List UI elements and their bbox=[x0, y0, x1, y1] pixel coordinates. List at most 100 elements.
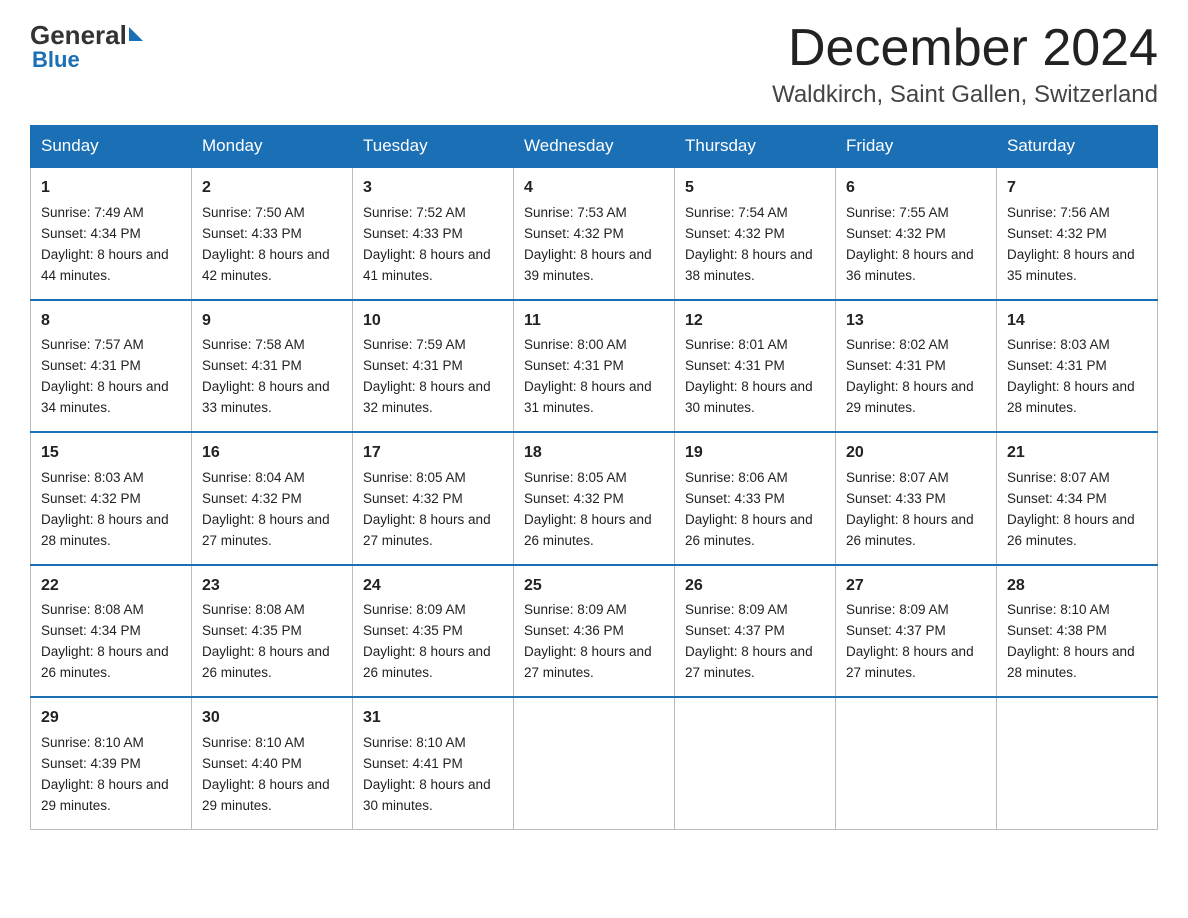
day-number: 2 bbox=[202, 176, 342, 201]
daylight-text: Daylight: 8 hours and 33 minutes. bbox=[202, 379, 330, 415]
calendar-cell: 10Sunrise: 7:59 AMSunset: 4:31 PMDayligh… bbox=[353, 300, 514, 432]
calendar-cell: 8 Sunrise: 7:57 AM Sunset: 4:31 PM Daylight… bbox=[31, 300, 192, 432]
daylight-text: Daylight: 8 hours and 27 minutes. bbox=[846, 644, 974, 680]
sunset-text: Sunset: 4:32 PM bbox=[41, 491, 141, 506]
header-tuesday: Tuesday bbox=[353, 126, 514, 168]
daylight-text: Daylight: 8 hours and 29 minutes. bbox=[41, 777, 169, 813]
daylight-text: Daylight: 8 hours and 27 minutes. bbox=[202, 512, 330, 548]
daylight-text: Daylight: 8 hours and 26 minutes. bbox=[524, 512, 652, 548]
calendar-cell: 3Sunrise: 7:52 AMSunset: 4:33 PMDaylight… bbox=[353, 167, 514, 299]
week-row-2: 8 Sunrise: 7:57 AM Sunset: 4:31 PM Daylight… bbox=[31, 300, 1158, 432]
sunrise-text: Sunrise: 7:52 AM bbox=[363, 205, 466, 220]
day-number: 7 bbox=[1007, 176, 1147, 201]
sunset-text: Sunset: 4:32 PM bbox=[524, 226, 624, 241]
daylight-text: Daylight: 8 hours and 26 minutes. bbox=[846, 512, 974, 548]
calendar-cell: 26Sunrise: 8:09 AMSunset: 4:37 PMDayligh… bbox=[675, 565, 836, 697]
sunset-text: Sunset: 4:34 PM bbox=[41, 226, 141, 241]
daylight-text: Daylight: 8 hours and 28 minutes. bbox=[1007, 644, 1135, 680]
calendar-cell: 15Sunrise: 8:03 AMSunset: 4:32 PMDayligh… bbox=[31, 432, 192, 564]
daylight-text: Daylight: 8 hours and 44 minutes. bbox=[41, 247, 169, 283]
sunrise-text: Sunrise: 8:00 AM bbox=[524, 337, 627, 352]
daylight-text: Daylight: 8 hours and 26 minutes. bbox=[685, 512, 813, 548]
sunset-text: Sunset: 4:35 PM bbox=[363, 623, 463, 638]
calendar-cell: 17Sunrise: 8:05 AMSunset: 4:32 PMDayligh… bbox=[353, 432, 514, 564]
sunset-text: Sunset: 4:41 PM bbox=[363, 756, 463, 771]
sunrise-text: Sunrise: 8:09 AM bbox=[363, 602, 466, 617]
day-number: 11 bbox=[524, 309, 664, 334]
week-row-4: 22Sunrise: 8:08 AMSunset: 4:34 PMDayligh… bbox=[31, 565, 1158, 697]
day-number: 28 bbox=[1007, 574, 1147, 599]
sunset-text: Sunset: 4:31 PM bbox=[1007, 358, 1107, 373]
sunset-text: Sunset: 4:32 PM bbox=[1007, 226, 1107, 241]
sunrise-text: Sunrise: 8:03 AM bbox=[41, 470, 144, 485]
header-monday: Monday bbox=[192, 126, 353, 168]
sunset-text: Sunset: 4:37 PM bbox=[685, 623, 785, 638]
sunset-text: Sunset: 4:35 PM bbox=[202, 623, 302, 638]
daylight-text: Daylight: 8 hours and 32 minutes. bbox=[363, 379, 491, 415]
day-number: 1 bbox=[41, 176, 181, 201]
day-number: 19 bbox=[685, 441, 825, 466]
sunset-text: Sunset: 4:31 PM bbox=[41, 358, 141, 373]
sunrise-text: Sunrise: 8:07 AM bbox=[1007, 470, 1110, 485]
daylight-text: Daylight: 8 hours and 38 minutes. bbox=[685, 247, 813, 283]
header-sunday: Sunday bbox=[31, 126, 192, 168]
sunrise-text: Sunrise: 8:10 AM bbox=[202, 735, 305, 750]
calendar-cell: 14Sunrise: 8:03 AMSunset: 4:31 PMDayligh… bbox=[997, 300, 1158, 432]
daylight-text: Daylight: 8 hours and 31 minutes. bbox=[524, 379, 652, 415]
sunset-text: Sunset: 4:33 PM bbox=[363, 226, 463, 241]
sunset-text: Sunset: 4:36 PM bbox=[524, 623, 624, 638]
calendar-table: Sunday Monday Tuesday Wednesday Thursday… bbox=[30, 125, 1158, 829]
sunrise-text: Sunrise: 7:54 AM bbox=[685, 205, 788, 220]
calendar-cell: 6Sunrise: 7:55 AMSunset: 4:32 PMDaylight… bbox=[836, 167, 997, 299]
daylight-text: Daylight: 8 hours and 27 minutes. bbox=[524, 644, 652, 680]
sunset-text: Sunset: 4:31 PM bbox=[846, 358, 946, 373]
daylight-text: Daylight: 8 hours and 39 minutes. bbox=[524, 247, 652, 283]
daylight-text: Daylight: 8 hours and 36 minutes. bbox=[846, 247, 974, 283]
calendar-cell: 19Sunrise: 8:06 AMSunset: 4:33 PMDayligh… bbox=[675, 432, 836, 564]
day-number: 6 bbox=[846, 176, 986, 201]
calendar-cell bbox=[997, 697, 1158, 829]
title-area: December 2024 Waldkirch, Saint Gallen, S… bbox=[772, 20, 1158, 109]
day-number: 8 bbox=[41, 309, 181, 334]
day-number: 26 bbox=[685, 574, 825, 599]
calendar-cell: 18Sunrise: 8:05 AMSunset: 4:32 PMDayligh… bbox=[514, 432, 675, 564]
sunrise-text: Sunrise: 8:07 AM bbox=[846, 470, 949, 485]
sunrise-text: Sunrise: 7:58 AM bbox=[202, 337, 305, 352]
sunset-text: Sunset: 4:32 PM bbox=[202, 491, 302, 506]
sunrise-text: Sunrise: 7:50 AM bbox=[202, 205, 305, 220]
daylight-text: Daylight: 8 hours and 26 minutes. bbox=[41, 644, 169, 680]
header-thursday: Thursday bbox=[675, 126, 836, 168]
page-header: General Blue December 2024 Waldkirch, Sa… bbox=[30, 20, 1158, 109]
day-number: 31 bbox=[363, 706, 503, 731]
sunset-text: Sunset: 4:32 PM bbox=[524, 491, 624, 506]
sunrise-text: Sunrise: 7:53 AM bbox=[524, 205, 627, 220]
daylight-text: Daylight: 8 hours and 34 minutes. bbox=[41, 379, 169, 415]
sunrise-text: Sunrise: 8:01 AM bbox=[685, 337, 788, 352]
calendar-cell: 9Sunrise: 7:58 AMSunset: 4:31 PMDaylight… bbox=[192, 300, 353, 432]
sunset-text: Sunset: 4:33 PM bbox=[846, 491, 946, 506]
sunrise-text: Sunrise: 7:55 AM bbox=[846, 205, 949, 220]
logo-area: General Blue bbox=[30, 20, 143, 73]
day-number: 13 bbox=[846, 309, 986, 334]
calendar-cell: 12Sunrise: 8:01 AMSunset: 4:31 PMDayligh… bbox=[675, 300, 836, 432]
sunset-text: Sunset: 4:33 PM bbox=[202, 226, 302, 241]
sunrise-text: Sunrise: 8:09 AM bbox=[524, 602, 627, 617]
day-number: 9 bbox=[202, 309, 342, 334]
sunset-text: Sunset: 4:31 PM bbox=[524, 358, 624, 373]
sunrise-text: Sunrise: 8:09 AM bbox=[685, 602, 788, 617]
daylight-text: Daylight: 8 hours and 42 minutes. bbox=[202, 247, 330, 283]
daylight-text: Daylight: 8 hours and 26 minutes. bbox=[202, 644, 330, 680]
sunrise-text: Sunrise: 8:04 AM bbox=[202, 470, 305, 485]
calendar-cell: 1Sunrise: 7:49 AMSunset: 4:34 PMDaylight… bbox=[31, 167, 192, 299]
sunrise-text: Sunrise: 8:08 AM bbox=[202, 602, 305, 617]
sunset-text: Sunset: 4:38 PM bbox=[1007, 623, 1107, 638]
calendar-cell: 23Sunrise: 8:08 AMSunset: 4:35 PMDayligh… bbox=[192, 565, 353, 697]
daylight-text: Daylight: 8 hours and 26 minutes. bbox=[1007, 512, 1135, 548]
day-number: 10 bbox=[363, 309, 503, 334]
day-number: 14 bbox=[1007, 309, 1147, 334]
logo-triangle-icon bbox=[129, 27, 143, 41]
calendar-cell: 11 Sunrise: 8:00 AM Sunset: 4:31 PM Dayligh… bbox=[514, 300, 675, 432]
location-title: Waldkirch, Saint Gallen, Switzerland bbox=[772, 81, 1158, 109]
sunrise-text: Sunrise: 8:02 AM bbox=[846, 337, 949, 352]
sunrise-text: Sunrise: 7:57 AM bbox=[41, 337, 144, 352]
